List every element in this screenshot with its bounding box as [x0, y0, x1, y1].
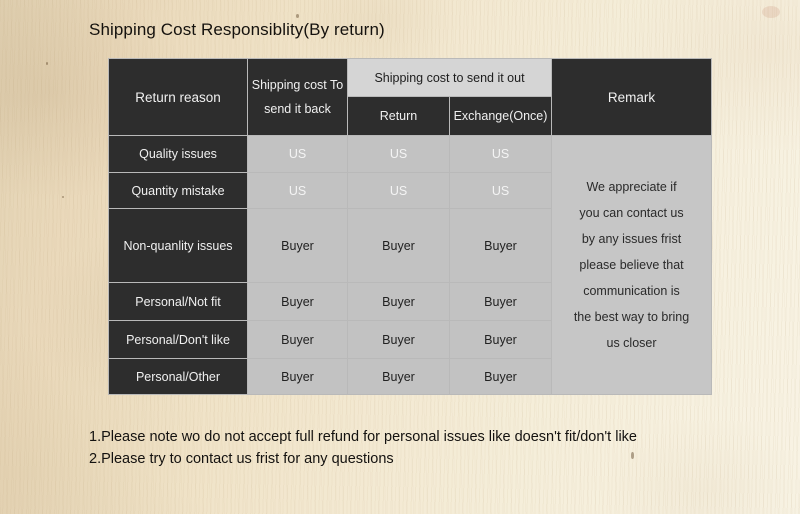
cell-exchange-personal-dont-like: Buyer [448, 320, 553, 359]
table-header-row-primary: Return reason Shipping cost To send it b… [108, 58, 713, 136]
cell-return-quantity-mistake: US [347, 172, 450, 209]
cell-send-back-quality-issues: US [247, 135, 348, 173]
remark-line-5: communication is [583, 284, 680, 298]
row-reason-personal-other: Personal/Other [108, 358, 248, 395]
cell-send-back-personal-not-fit: Buyer [247, 282, 348, 321]
cell-return-personal-not-fit: Buyer [347, 282, 450, 321]
cell-exchange-non-quality-issues: Buyer [448, 208, 553, 283]
row-reason-quality-issues: Quality issues [108, 135, 248, 173]
header-sub-return: Return [347, 96, 450, 136]
remark-line-1: We appreciate if [586, 180, 677, 194]
remark-line-7: us closer [606, 336, 657, 350]
remark-line-2: you can contact us [579, 206, 684, 220]
cell-send-back-personal-other: Buyer [247, 358, 348, 395]
row-reason-personal-not-fit: Personal/Not fit [108, 282, 248, 321]
cell-exchange-quantity-mistake: US [448, 172, 553, 209]
cell-send-back-non-quality-issues: Buyer [247, 208, 348, 283]
remark-line-3: by any issues frist [581, 232, 682, 246]
remark-line-4: please believe that [579, 258, 684, 272]
remark-text-block: We appreciate if you can contact us by a… [551, 135, 713, 395]
cell-return-non-quality-issues: Buyer [347, 208, 450, 283]
cell-exchange-personal-other: Buyer [448, 358, 553, 395]
shipping-cost-table: Return reason Shipping cost To send it b… [108, 58, 713, 395]
remark-line-6: the best way to bring [573, 310, 690, 324]
cell-return-personal-dont-like: Buyer [347, 320, 450, 359]
header-return-reason: Return reason [108, 58, 248, 136]
header-shipping-cost-send-back: Shipping cost To send it back [247, 58, 348, 136]
table-row: Quality issues US US US We appreciate if… [108, 135, 713, 395]
cell-exchange-personal-not-fit: Buyer [448, 282, 553, 321]
page-title: Shipping Cost Responsiblity(By return) [89, 20, 385, 39]
cell-return-quality-issues: US [347, 135, 450, 173]
row-reason-quantity-mistake: Quantity mistake [108, 172, 248, 209]
header-sub-exchange: Exchange(Once) [448, 96, 553, 136]
row-reason-non-quality-issues: Non-quanlity issues [108, 208, 248, 283]
header-remark: Remark [551, 58, 713, 136]
row-reason-personal-dont-like: Personal/Don't like [108, 320, 248, 359]
cell-send-back-personal-dont-like: Buyer [247, 320, 348, 359]
header-shipping-cost-send-out: Shipping cost to send it out [346, 58, 553, 97]
shipping-policy-image: Shipping Cost Responsiblity(By return) R… [0, 0, 800, 514]
footer-notes: 1.Please note wo do not accept full refu… [89, 426, 637, 470]
cell-send-back-quantity-mistake: US [247, 172, 348, 209]
header-shipping-cost-line1: Shipping cost [251, 77, 327, 92]
footer-note-1: 1.Please note wo do not accept full refu… [89, 429, 637, 445]
cell-exchange-quality-issues: US [448, 135, 553, 173]
cell-return-personal-other: Buyer [347, 358, 450, 395]
shipping-cost-table-container: Return reason Shipping cost To send it b… [108, 58, 713, 395]
footer-note-2: 2.Please try to contact us frist for any… [89, 451, 394, 467]
